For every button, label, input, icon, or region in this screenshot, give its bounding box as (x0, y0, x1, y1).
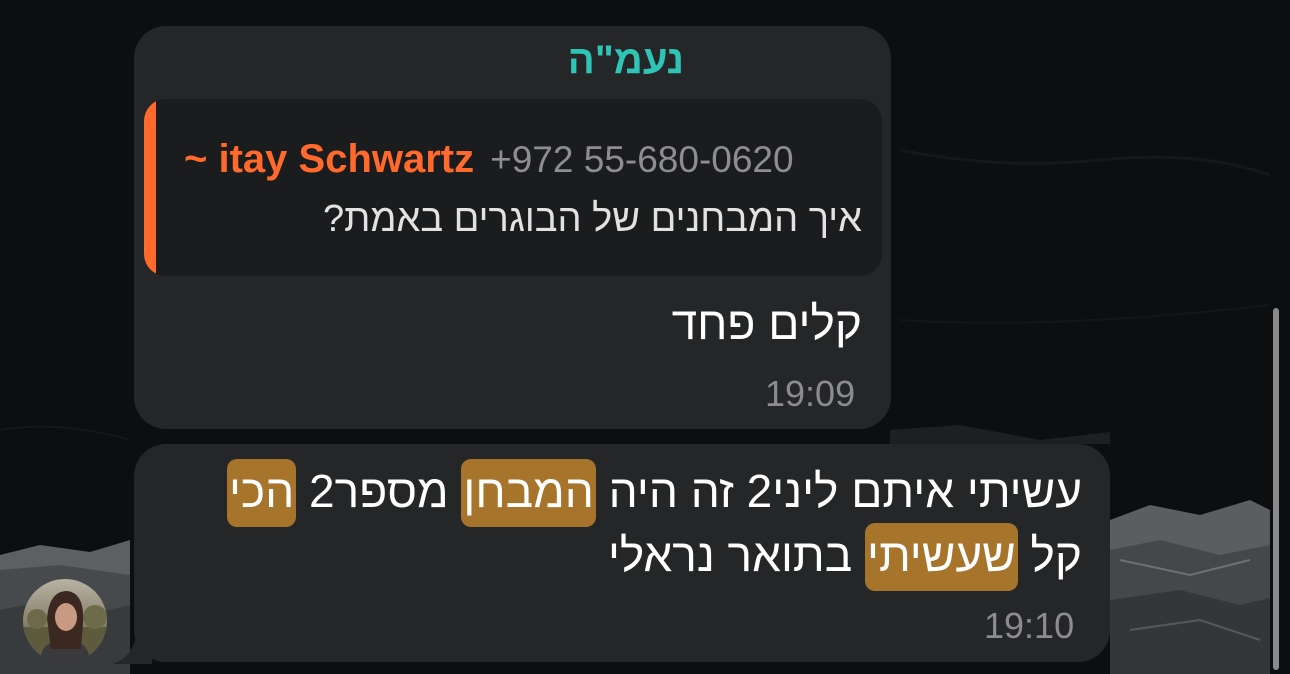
message-text: קלים פחד (671, 297, 862, 349)
search-highlight: המבחן (461, 459, 596, 527)
message-text-segment: קל (1017, 529, 1082, 581)
message-timestamp: 19:10 (984, 605, 1075, 646)
avatar[interactable] (23, 579, 107, 663)
avatar-photo-icon (23, 579, 107, 663)
reply-accent-bar (144, 99, 156, 276)
reply-header: ~ itay Schwartz +972 55-680-0620 (184, 137, 794, 181)
bubble-tail (112, 636, 152, 664)
message-timestamp: 19:09 (765, 373, 856, 414)
message-text-segment: בתואר נראלי (607, 529, 865, 581)
reply-author-name: ~ itay Schwartz (184, 137, 475, 181)
search-highlight: שעשיתי (865, 523, 1018, 591)
sender-name[interactable]: נעמ"ה (568, 40, 684, 80)
message-text-line: קל שעשיתי בתואר נראלי (607, 523, 1082, 591)
reply-author-phone: +972 55-680-0620 (490, 138, 794, 180)
reply-quoted-text: איך המבחנים של הבוגרים באמת? (323, 198, 862, 240)
search-highlight: הכי (227, 459, 297, 527)
message-text-segment: מספר2 (296, 465, 462, 517)
message-text-segment: עשיתי איתם ליני2 זה היה (595, 465, 1082, 517)
message-text-line: עשיתי איתם ליני2 זה היה המבחן מספר2 הכי (227, 459, 1082, 527)
reply-quote[interactable]: ~ itay Schwartz +972 55-680-0620 איך המבח… (144, 99, 882, 276)
scrollbar-thumb[interactable] (1273, 308, 1279, 670)
